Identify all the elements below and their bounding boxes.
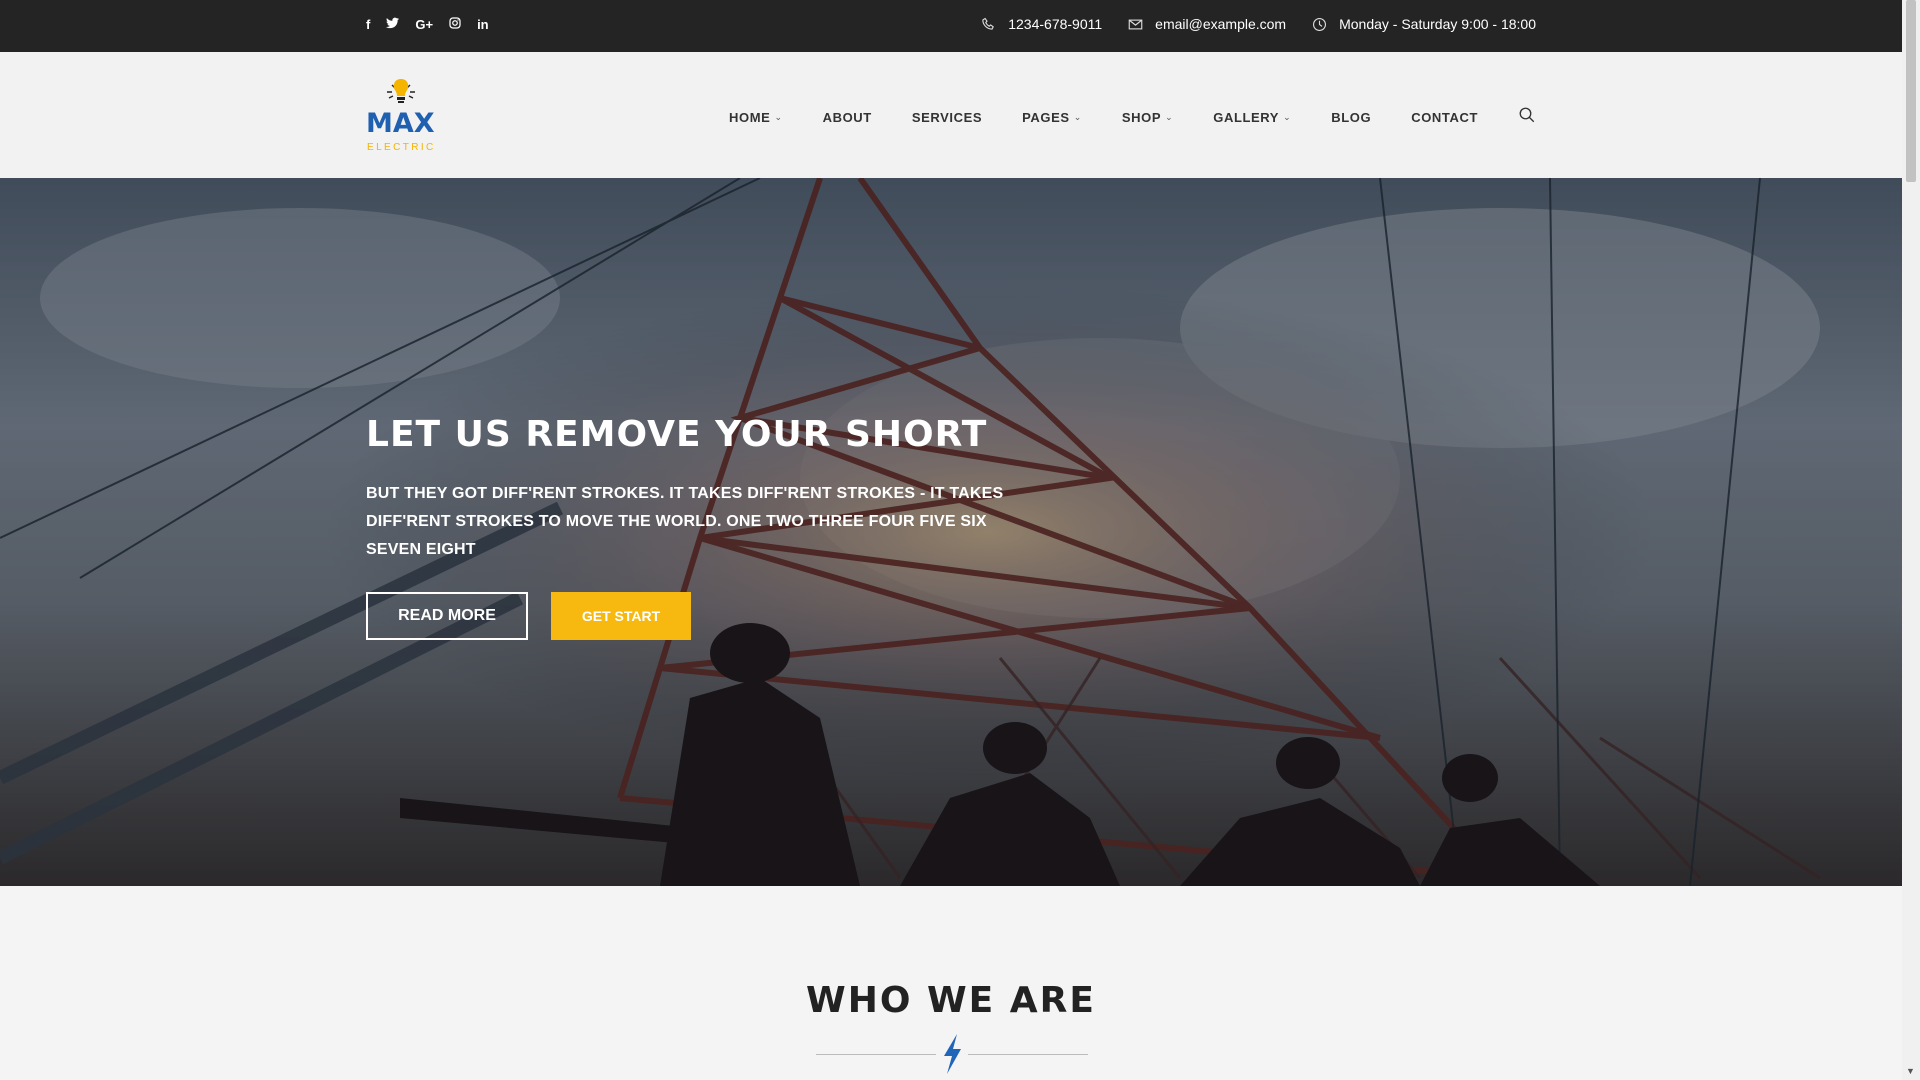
search-button[interactable] xyxy=(1518,106,1536,129)
nav-item-home[interactable]: HOME ⌄ xyxy=(729,110,783,125)
chevron-down-icon: ⌄ xyxy=(1165,112,1174,122)
lightning-bolt-icon xyxy=(944,1034,961,1074)
nav-label: PAGES xyxy=(1022,110,1070,125)
nav-item-contact[interactable]: CONTACT xyxy=(1411,110,1478,125)
nav-label: GALLERY xyxy=(1213,110,1280,125)
read-more-button[interactable]: READ MORE xyxy=(366,592,528,640)
phone-contact: 1234-678-9011 xyxy=(981,16,1102,32)
main-nav: HOME ⌄ ABOUT SERVICES PAGES ⌄ SHOP ⌄ GAL… xyxy=(729,106,1536,129)
twitter-icon[interactable] xyxy=(386,17,400,32)
nav-label: CONTACT xyxy=(1411,110,1478,125)
nav-item-blog[interactable]: BLOG xyxy=(1331,110,1371,125)
facebook-icon[interactable]: f xyxy=(366,17,370,32)
hero-banner: LET US REMOVE YOUR SHORT BUT THEY GOT DI… xyxy=(0,178,1902,886)
social-links: f G+ in xyxy=(366,17,489,32)
linkedin-icon[interactable]: in xyxy=(477,17,489,32)
divider-line-right xyxy=(968,1054,1088,1055)
nav-label: BLOG xyxy=(1331,110,1372,125)
clock-icon xyxy=(1313,17,1327,31)
chevron-down-icon: ⌄ xyxy=(774,112,783,122)
site-logo[interactable]: MAX ELECTRIC xyxy=(366,76,436,156)
scrollbar-thumb[interactable] xyxy=(1906,0,1916,182)
phone-number[interactable]: 1234-678-9011 xyxy=(1008,16,1102,32)
opening-hours: Monday - Saturday 9:00 - 18:00 xyxy=(1339,16,1536,32)
hero-title: LET US REMOVE YOUR SHORT xyxy=(366,414,988,455)
hours-contact: Monday - Saturday 9:00 - 18:00 xyxy=(1312,16,1536,32)
hero-text: BUT THEY GOT DIFF'RENT STROKES. IT TAKES… xyxy=(366,485,1004,558)
nav-item-services[interactable]: SERVICES xyxy=(912,110,982,125)
logo-tagline: ELECTRIC xyxy=(367,142,436,153)
contact-info: 1234-678-9011 email@example.com Monday -… xyxy=(981,16,1536,32)
nav-label: SHOP xyxy=(1121,110,1162,125)
lightbulb-icon xyxy=(384,76,418,110)
page-scrollbar[interactable]: ▼ xyxy=(1902,0,1920,1080)
section-divider xyxy=(816,1034,1088,1074)
nav-label: HOME xyxy=(729,110,771,125)
nav-label: ABOUT xyxy=(822,110,872,125)
chevron-down-icon: ⌄ xyxy=(1283,112,1292,122)
divider-line-left xyxy=(816,1054,936,1055)
nav-label: SERVICES xyxy=(911,110,983,125)
chevron-down-icon: ⌄ xyxy=(1073,112,1082,122)
search-icon xyxy=(1519,107,1535,123)
email-contact: email@example.com xyxy=(1128,16,1286,32)
envelope-icon xyxy=(1128,19,1143,29)
nav-item-gallery[interactable]: GALLERY ⌄ xyxy=(1213,110,1291,125)
nav-item-about[interactable]: ABOUT xyxy=(823,110,872,125)
top-bar: f G+ in 1234-678-9011 email@example.com … xyxy=(0,0,1902,52)
phone-icon xyxy=(982,17,995,30)
scroll-down-arrow-icon[interactable]: ▼ xyxy=(1906,1066,1915,1076)
who-we-are-title: WHO WE ARE xyxy=(806,980,1096,1021)
email-address[interactable]: email@example.com xyxy=(1155,16,1286,32)
nav-item-pages[interactable]: PAGES ⌄ xyxy=(1022,110,1082,125)
logo-name: MAX xyxy=(366,108,435,139)
site-header: MAX ELECTRIC HOME ⌄ ABOUT SERVICES PAGES… xyxy=(0,52,1902,178)
google-plus-icon[interactable]: G+ xyxy=(415,17,433,32)
nav-item-shop[interactable]: SHOP ⌄ xyxy=(1122,110,1173,125)
get-start-button[interactable]: GET START xyxy=(551,592,691,640)
instagram-icon[interactable] xyxy=(449,17,461,32)
